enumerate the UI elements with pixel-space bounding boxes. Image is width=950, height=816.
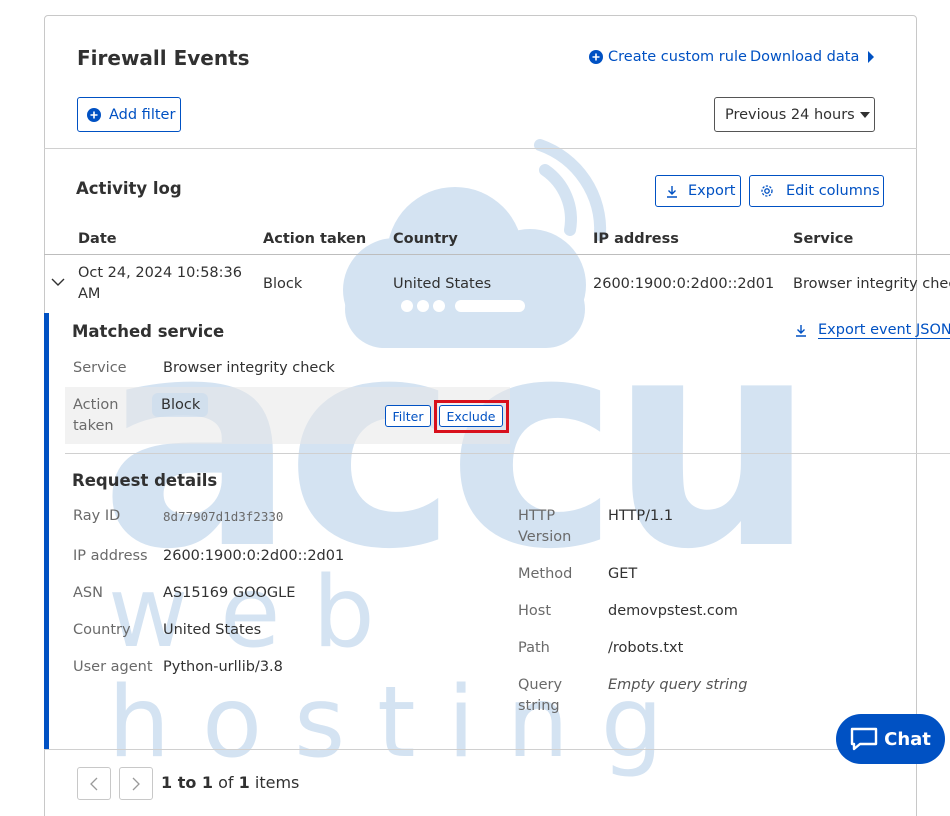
chat-bubble-icon: [850, 727, 878, 751]
pager-of: of: [218, 773, 234, 792]
column-service[interactable]: Service: [793, 231, 853, 247]
next-page-button[interactable]: [119, 767, 153, 800]
http-version-value: HTTP/1.1: [608, 508, 674, 524]
page-title: Firewall Events: [77, 46, 250, 70]
export-label: Export: [688, 183, 736, 199]
pager-total: 1: [238, 773, 250, 792]
export-json-label: Export event JSON: [818, 322, 950, 339]
matched-service-title: Matched service: [72, 322, 225, 341]
query-string-value: Empty query string: [608, 677, 748, 693]
path-label: Path: [518, 640, 550, 656]
matched-divider: [65, 453, 950, 454]
chevron-right-icon: [132, 777, 140, 790]
user-agent-value: Python-urllib/3.8: [163, 659, 283, 675]
export-json-link[interactable]: Export event JSON: [795, 322, 950, 339]
column-country[interactable]: Country: [393, 231, 458, 247]
column-action[interactable]: Action taken: [263, 231, 366, 247]
service-label: Service: [73, 360, 127, 376]
column-date[interactable]: Date: [78, 231, 117, 247]
ray-id-value: 8d77907d1d3f2330: [163, 509, 284, 524]
query-string-label-line1: Query: [518, 677, 563, 693]
method-label: Method: [518, 566, 573, 582]
row-country: United States: [393, 276, 492, 292]
method-value: GET: [608, 566, 638, 582]
pager-range: 1 to 1: [161, 773, 214, 792]
row-date: Oct 24, 2024 10:58:36 AM: [78, 263, 242, 305]
edit-columns-button[interactable]: Edit columns: [749, 175, 884, 207]
asn-value: AS15169 GOOGLE: [163, 585, 296, 601]
activity-log-title: Activity log: [76, 179, 182, 198]
prev-page-button[interactable]: [77, 767, 111, 800]
row-ip: 2600:1900:0:2d00::2d01: [593, 276, 775, 292]
row-date-line1: Oct 24, 2024 10:58:36: [78, 265, 242, 281]
pager-items: items: [254, 773, 300, 792]
header-divider: [44, 148, 917, 149]
service-value: Browser integrity check: [163, 360, 335, 376]
country-label: Country: [73, 622, 131, 638]
pager-summary: 1 to 1 of 1 items: [161, 773, 299, 792]
download-icon: [796, 325, 806, 337]
country-value: United States: [163, 622, 262, 638]
footer-divider: [44, 749, 917, 750]
time-range-select[interactable]: Previous 24 hours: [714, 97, 875, 132]
time-range-value: Previous 24 hours: [725, 106, 855, 123]
download-icon: [667, 185, 677, 198]
ip-address-value: 2600:1900:0:2d00::2d01: [163, 548, 345, 564]
plus-circle-icon: [87, 107, 101, 122]
action-label-line2: taken: [73, 418, 114, 434]
host-label: Host: [518, 603, 552, 619]
add-filter-label: Add filter: [109, 106, 176, 123]
create-rule-label: Create custom rule: [608, 49, 747, 65]
action-value: Block: [161, 397, 201, 413]
ip-address-label: IP address: [73, 548, 148, 564]
path-value: /robots.txt: [608, 640, 684, 656]
download-data-label: Download data: [750, 49, 860, 65]
create-rule-link[interactable]: Create custom rule: [589, 49, 747, 65]
host-value: demovpstest.com: [608, 603, 738, 619]
chevron-left-icon: [90, 777, 98, 790]
export-button[interactable]: Export: [655, 175, 741, 207]
caret-down-icon: [859, 111, 870, 118]
action-label: Action taken: [73, 395, 118, 437]
add-filter-button[interactable]: Add filter: [77, 97, 181, 132]
row-service: Browser integrity check: [793, 276, 950, 292]
expanded-panel-bar: [44, 313, 49, 749]
plus-circle-icon: [589, 50, 603, 64]
request-details-title: Request details: [72, 471, 218, 490]
asn-label: ASN: [73, 585, 103, 601]
column-ip[interactable]: IP address: [593, 231, 679, 247]
chat-label: Chat: [884, 728, 931, 750]
exclude-button[interactable]: Exclude: [439, 405, 503, 427]
edit-columns-label: Edit columns: [786, 183, 880, 199]
http-version-label-line2: Version: [518, 529, 572, 545]
http-version-label: HTTP Version: [518, 506, 571, 548]
http-version-label-line1: HTTP: [518, 508, 556, 524]
ray-id-label: Ray ID: [73, 508, 121, 524]
chevron-down-icon[interactable]: [51, 278, 65, 287]
row-date-line2: AM: [78, 286, 101, 302]
query-string-label: Query string: [518, 675, 562, 717]
row-action: Block: [263, 276, 303, 292]
chat-button[interactable]: Chat: [836, 714, 945, 764]
query-string-label-line2: string: [518, 698, 560, 714]
user-agent-label: User agent: [73, 659, 153, 675]
action-label-line1: Action: [73, 397, 119, 413]
filter-button[interactable]: Filter: [385, 405, 431, 427]
download-data-link[interactable]: Download data: [750, 49, 875, 65]
caret-right-icon: [868, 51, 875, 63]
table-header-divider: [44, 254, 950, 255]
gear-icon: [761, 185, 773, 197]
